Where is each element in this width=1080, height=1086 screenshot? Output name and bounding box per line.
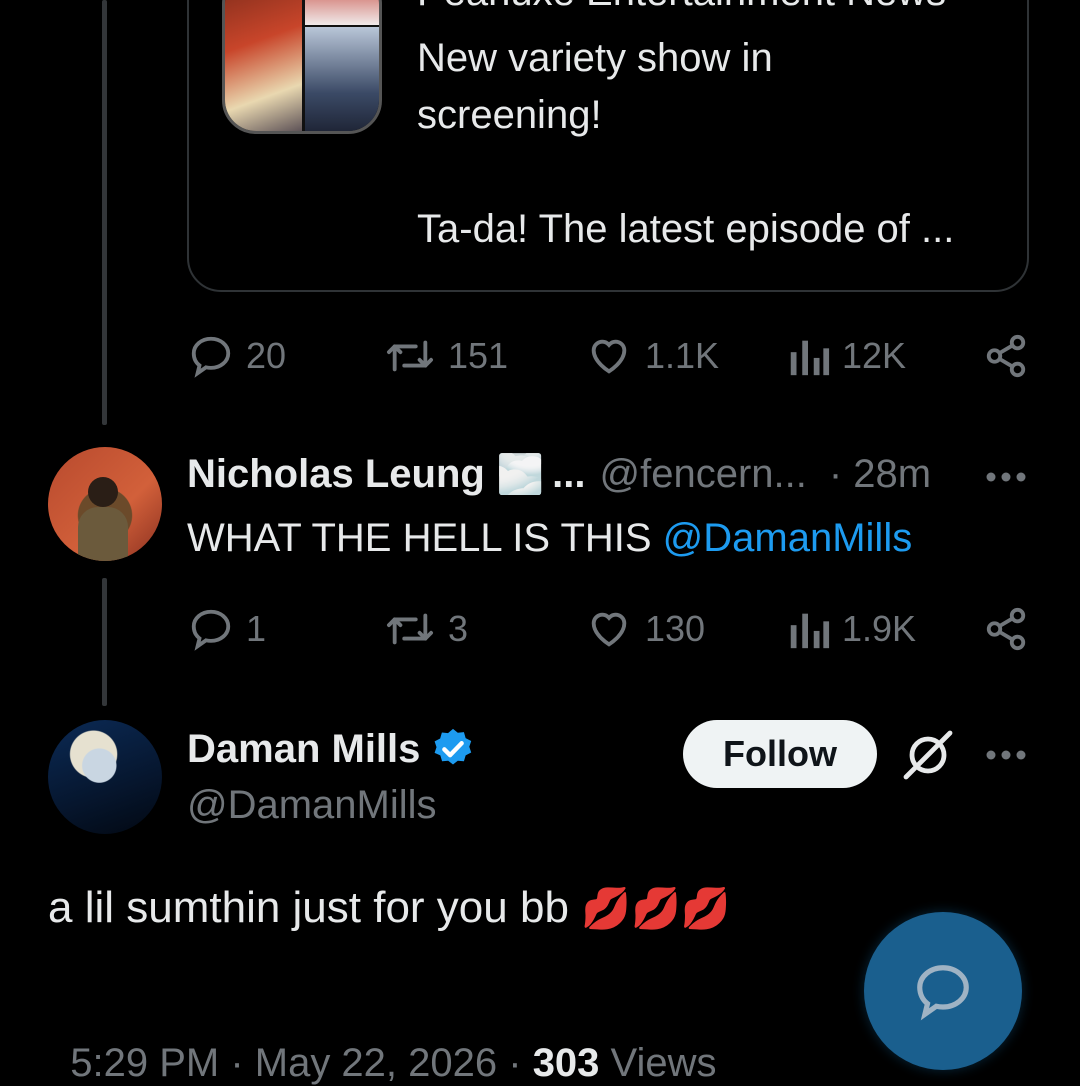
main-post-text: a lil sumthin just for you bb 💋💋💋 (48, 883, 731, 933)
quoted-reply-button[interactable]: 20 (188, 333, 286, 379)
meta-separator: · (219, 1041, 255, 1085)
repost-icon (386, 340, 433, 372)
compose-reply-fab[interactable] (864, 912, 1022, 1070)
reply-reply-count: 1 (246, 608, 267, 649)
quoted-views-count: 12K (842, 335, 907, 376)
main-post-date[interactable]: May 22, 2026 (255, 1041, 497, 1085)
share-icon (986, 607, 1026, 651)
main-post-author-line: Daman Mills (187, 726, 476, 772)
thread-line-middle (102, 578, 107, 706)
reply-author-name[interactable]: Nicholas Leung (187, 452, 485, 497)
more-icon (986, 750, 1026, 760)
reply-text-body: WHAT THE HELL IS THIS (187, 516, 663, 560)
verified-icon (435, 728, 472, 765)
reply-icon (191, 609, 231, 651)
reply-more-button[interactable] (985, 470, 1027, 488)
quoted-views-button[interactable]: 12K (786, 333, 906, 379)
quoted-repost-count: 151 (448, 335, 509, 376)
reply-repost-count: 3 (448, 608, 469, 649)
quoted-source-line: Peanuxe Entertainment News (417, 0, 946, 15)
more-icon (986, 472, 1026, 482)
quoted-like-button[interactable]: 1.1K (585, 333, 719, 379)
main-post-meta: 5:29 PM · May 22, 2026 · 303 Views (48, 996, 717, 1086)
quoted-reply-count: 20 (246, 335, 287, 376)
share-icon (986, 334, 1026, 378)
reply-author-handle[interactable]: @fencern... (599, 452, 806, 497)
like-icon (591, 612, 627, 647)
main-post-more-button[interactable] (985, 748, 1027, 766)
quoted-text-line-3: Ta-da! The latest episode of ... (417, 207, 955, 251)
quoted-share-button[interactable] (983, 333, 1029, 379)
reply-icon (191, 336, 231, 378)
reply-views-count: 1.9K (842, 608, 917, 649)
main-post-avatar[interactable] (48, 720, 162, 834)
reply-like-count: 130 (645, 608, 706, 649)
grok-button[interactable] (900, 727, 956, 788)
reply-like-button[interactable]: 130 (585, 606, 705, 652)
reply-text: WHAT THE HELL IS THIS @DamanMills (187, 516, 912, 561)
reply-reply-button[interactable]: 1 (188, 606, 266, 652)
repost-icon (386, 613, 433, 645)
reply-views-button[interactable]: 1.9K (786, 606, 916, 652)
main-post-views-count: 303 (532, 1041, 600, 1085)
reply-share-button[interactable] (983, 606, 1029, 652)
reply-header: Nicholas Leung 🌫️ ... @fencern... · 28m (187, 452, 931, 497)
main-post-time[interactable]: 5:29 PM (70, 1041, 219, 1085)
follow-button[interactable]: Follow (683, 720, 877, 788)
quoted-post-thumbnail (222, 0, 382, 134)
reply-name-ellipsis: ... (552, 452, 586, 496)
views-icon (790, 613, 830, 649)
meta-separator: · (497, 1041, 533, 1085)
reply-avatar[interactable] (48, 447, 162, 561)
quoted-repost-button[interactable]: 151 (384, 333, 508, 379)
reply-timestamp[interactable]: · 28m (829, 452, 931, 497)
main-post-kiss-emojis: 💋💋💋 (581, 887, 731, 931)
reply-mention-link[interactable]: @DamanMills (663, 516, 913, 560)
main-post-views-label: Views (599, 1041, 717, 1085)
quoted-text-line-1: New variety show in (417, 36, 773, 80)
main-post-author-handle[interactable]: @DamanMills (187, 783, 437, 828)
main-post-author-name[interactable]: Daman Mills (187, 727, 420, 772)
reply-name-emoji: 🌫️ (496, 453, 545, 496)
thread-line-top (102, 0, 107, 425)
views-icon (790, 340, 830, 376)
quoted-text-line-2: screening! (417, 93, 602, 137)
like-icon (591, 339, 627, 374)
grok-icon (903, 730, 953, 780)
quoted-like-count: 1.1K (645, 335, 720, 376)
compose-reply-icon (917, 965, 969, 1021)
main-post-text-body: a lil sumthin just for you bb (48, 883, 582, 932)
reply-repost-button[interactable]: 3 (384, 606, 468, 652)
